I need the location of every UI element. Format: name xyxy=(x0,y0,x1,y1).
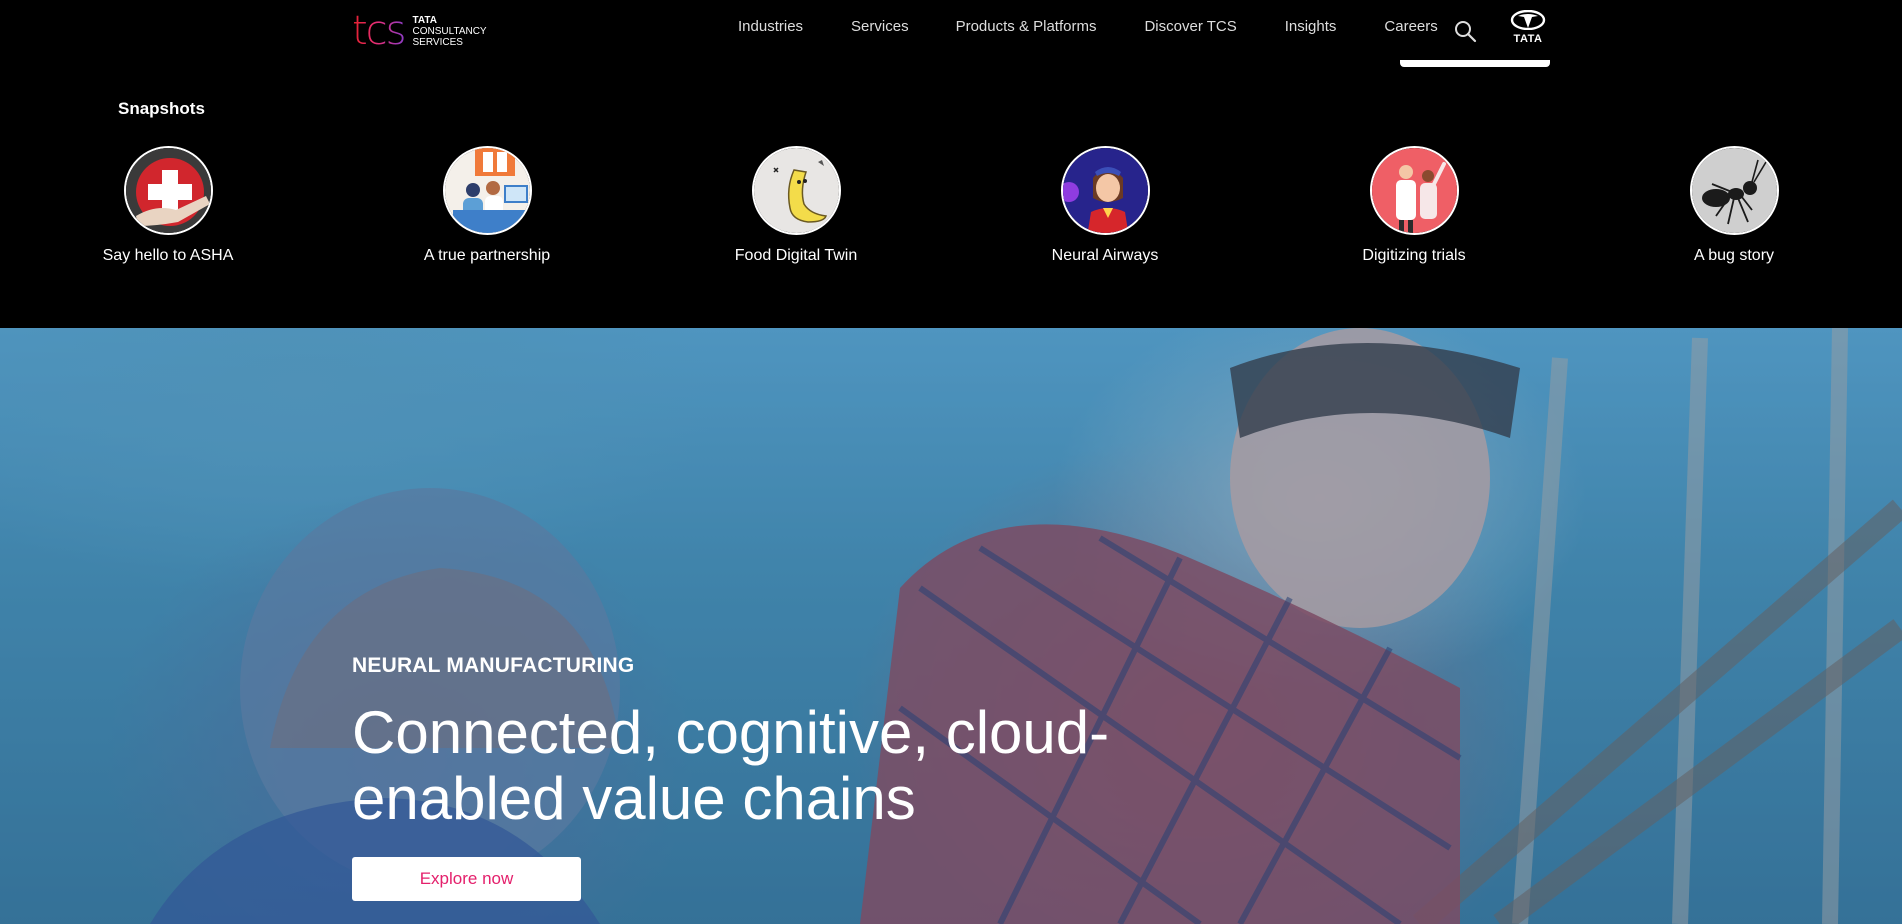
hero-color-overlay xyxy=(0,328,1902,924)
snapshot-label: A bug story xyxy=(1693,247,1775,264)
snapshot-label: A true partnership xyxy=(423,247,551,264)
nav-discover-tcs[interactable]: Discover TCS xyxy=(1144,18,1236,35)
nav-insights[interactable]: Insights xyxy=(1285,18,1337,35)
explore-now-button[interactable]: Explore now xyxy=(352,857,581,901)
asha-medical-cross-icon xyxy=(123,146,213,235)
main-menu: Industries Services Products & Platforms… xyxy=(738,18,1486,35)
snapshots-heading: Snapshots xyxy=(118,99,205,118)
logo-line-2: CONSULTANCY xyxy=(412,25,487,37)
active-menu-indicator xyxy=(1400,60,1550,67)
hero-banner: NEURAL MANUFACTURING Connected, cognitiv… xyxy=(0,328,1902,924)
search-icon[interactable] xyxy=(1453,19,1477,43)
tcs-logo[interactable]: tcs TATA CONSULTANCY SERVICES xyxy=(352,8,487,54)
ant-icon xyxy=(1689,146,1779,235)
banana-character-icon xyxy=(751,146,841,235)
snapshot-label: Digitizing trials xyxy=(1362,247,1466,264)
nav-services[interactable]: Services xyxy=(851,18,909,35)
tcs-logo-text: TATA CONSULTANCY SERVICES xyxy=(413,15,487,48)
logo-line-1: TATA xyxy=(412,14,437,26)
snapshot-say-hello-to-asha[interactable]: Say hello to ASHA xyxy=(68,146,268,265)
hero-headline: Connected, cognitive, cloud-enabled valu… xyxy=(352,699,1110,832)
snapshot-label: Say hello to ASHA xyxy=(102,247,234,264)
snapshot-label: Neural Airways xyxy=(1051,247,1159,264)
tcs-logo-mark: tcs xyxy=(352,8,406,54)
top-navigation: tcs TATA CONSULTANCY SERVICES Industries… xyxy=(0,0,1902,68)
snapshot-neural-airways[interactable]: Neural Airways xyxy=(1005,146,1205,265)
pharmacy-illustration-icon xyxy=(442,146,532,235)
flight-attendant-icon xyxy=(1060,146,1150,235)
hero-kicker: NEURAL MANUFACTURING xyxy=(352,654,635,677)
tata-emblem-icon xyxy=(1510,9,1546,31)
doctors-illustration-icon xyxy=(1369,146,1459,235)
snapshot-food-digital-twin[interactable]: Food Digital Twin xyxy=(696,146,896,265)
nav-products-platforms[interactable]: Products & Platforms xyxy=(956,18,1097,35)
snapshot-a-bug-story[interactable]: A bug story xyxy=(1634,146,1834,265)
snapshot-label: Food Digital Twin xyxy=(734,247,858,264)
tata-brand-label: TATA xyxy=(1513,33,1543,45)
nav-industries[interactable]: Industries xyxy=(738,18,803,35)
snapshot-a-true-partnership[interactable]: A true partnership xyxy=(387,146,587,265)
tata-brand-logo[interactable]: TATA xyxy=(1507,9,1549,46)
snapshot-digitizing-trials[interactable]: Digitizing trials xyxy=(1314,146,1514,265)
nav-careers[interactable]: Careers xyxy=(1384,18,1437,35)
logo-line-3: SERVICES xyxy=(412,36,463,48)
